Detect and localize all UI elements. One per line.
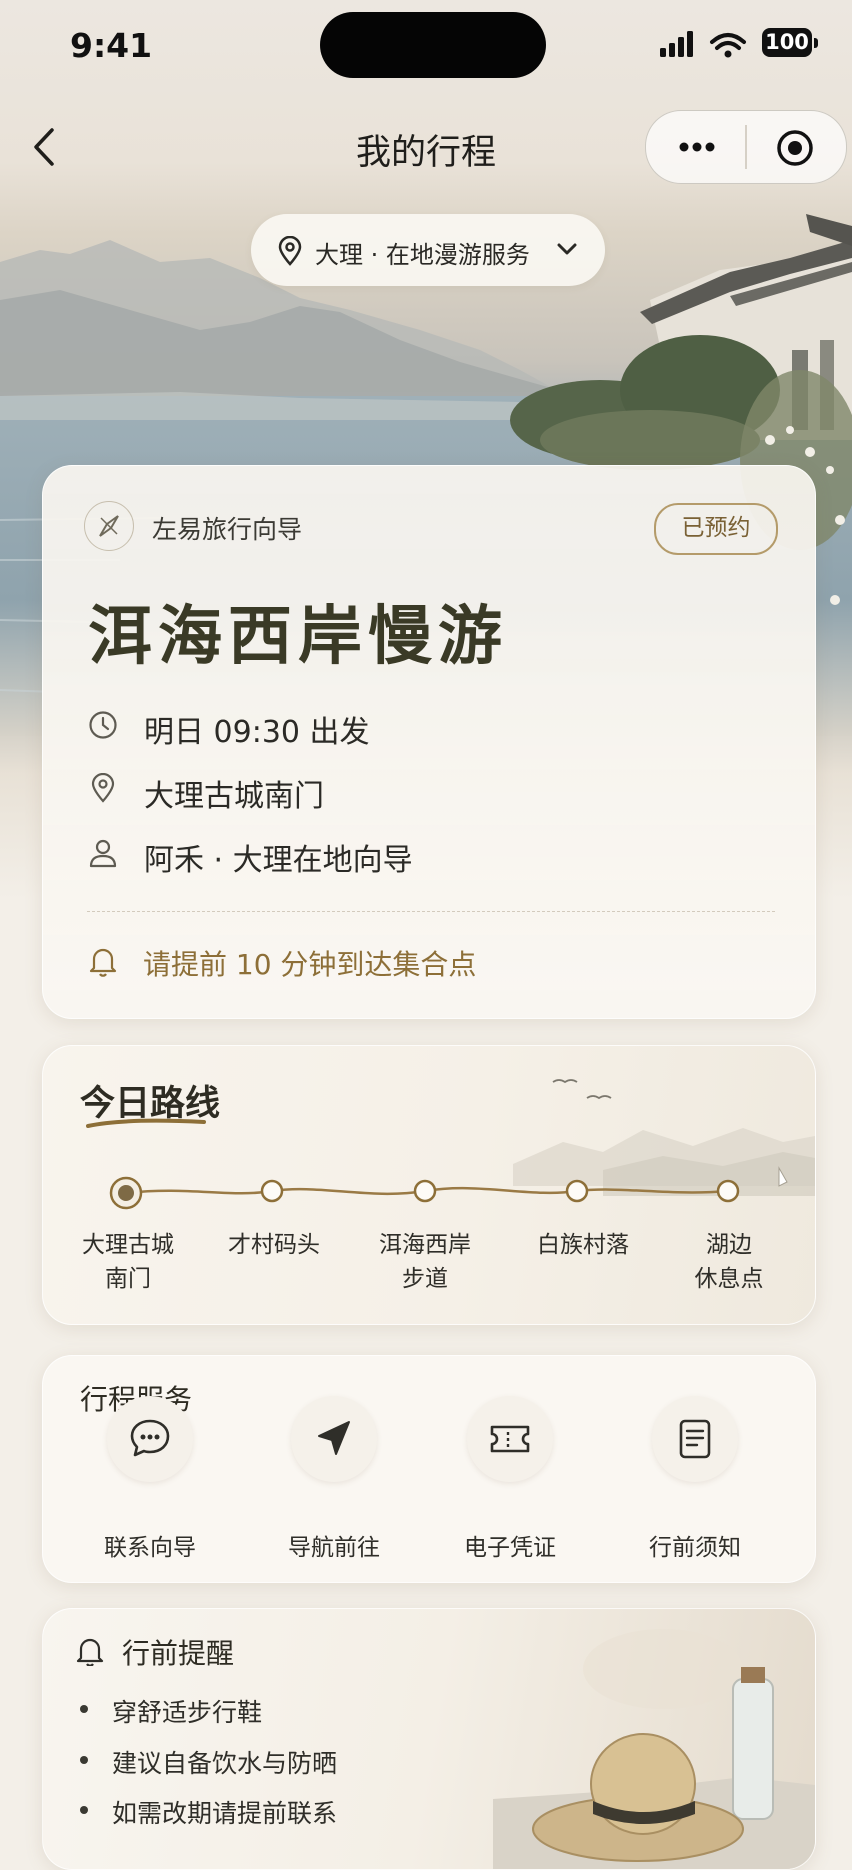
tip-item: 穿舒适步行鞋 bbox=[112, 1698, 263, 1727]
service-label: 行前须知 bbox=[649, 1535, 741, 1561]
location-label: 大理 · 在地漫游服务 bbox=[315, 241, 530, 269]
route-stop[interactable]: 湖边 休息点 bbox=[654, 1228, 804, 1296]
bullet bbox=[80, 1806, 88, 1814]
stop-name-5b: 休息点 bbox=[694, 1266, 764, 1292]
service-label: 电子凭证 bbox=[464, 1535, 556, 1561]
service-label: 联系向导 bbox=[104, 1535, 196, 1561]
route-stop[interactable]: 大理古城 南门 bbox=[53, 1228, 203, 1296]
person-icon bbox=[89, 839, 117, 868]
route-stop[interactable]: 才村码头 bbox=[199, 1228, 349, 1262]
notice-icon bbox=[679, 1419, 711, 1459]
signal-wifi-icon bbox=[660, 31, 746, 58]
route-stop[interactable]: 白族村落 bbox=[508, 1228, 658, 1262]
navigate-icon bbox=[318, 1421, 350, 1455]
location-selector[interactable]: 大理 · 在地漫游服务 bbox=[251, 214, 605, 286]
location-pin-icon bbox=[91, 773, 115, 803]
stop-name-3: 洱海西岸 bbox=[379, 1232, 471, 1258]
compass-logo-icon bbox=[84, 501, 134, 551]
battery-level: 100 bbox=[762, 28, 812, 57]
stop-name-3b: 步道 bbox=[402, 1266, 448, 1292]
battery-tip bbox=[814, 38, 818, 48]
guide-name: 阿禾 · 大理在地向导 bbox=[144, 843, 413, 878]
ticket-icon bbox=[490, 1425, 530, 1453]
departure-time: 明日 09:30 出发 bbox=[144, 715, 370, 750]
status-bar: 9:41 100 bbox=[0, 0, 852, 96]
stop-name-4: 白族村落 bbox=[537, 1232, 629, 1258]
pre-trip-notice-button[interactable] bbox=[652, 1396, 738, 1482]
bullet bbox=[80, 1756, 88, 1764]
location-pin-icon bbox=[278, 236, 302, 266]
capsule-divider bbox=[745, 125, 747, 169]
status-time: 9:41 bbox=[70, 26, 153, 65]
mini-program-capsule bbox=[645, 110, 847, 184]
card-divider bbox=[87, 911, 775, 912]
contact-guide-button[interactable] bbox=[107, 1396, 193, 1482]
brand-name: 左易旅行向导 bbox=[152, 515, 303, 544]
chevron-down-icon bbox=[557, 243, 577, 255]
stop-name-5: 湖边 bbox=[706, 1232, 752, 1258]
tips-title: 行前提醒 bbox=[122, 1637, 235, 1670]
tip-item: 如需改期请提前联系 bbox=[112, 1799, 338, 1828]
route-stop[interactable]: 洱海西岸 步道 bbox=[350, 1228, 500, 1296]
close-target-icon[interactable] bbox=[776, 129, 814, 167]
chat-icon bbox=[130, 1419, 170, 1457]
meeting-point: 大理古城南门 bbox=[144, 779, 324, 814]
tip-item: 建议自备饮水与防晒 bbox=[112, 1749, 338, 1778]
bell-icon bbox=[76, 1638, 104, 1666]
stop-name-1b: 南门 bbox=[105, 1266, 151, 1292]
bell-icon bbox=[89, 948, 117, 977]
navigate-button[interactable] bbox=[291, 1396, 377, 1482]
e-voucher-button[interactable] bbox=[467, 1396, 553, 1482]
clock-icon bbox=[89, 711, 117, 739]
more-icon[interactable] bbox=[676, 133, 718, 161]
stop-name-2: 才村码头 bbox=[228, 1232, 320, 1258]
trip-title: 洱海西岸慢游 bbox=[88, 599, 508, 674]
stop-name-1: 大理古城 bbox=[82, 1232, 174, 1258]
dynamic-island bbox=[320, 12, 546, 78]
arrival-reminder: 请提前 10 分钟到达集合点 bbox=[143, 948, 477, 981]
bullet bbox=[80, 1705, 88, 1713]
title-brush-stroke bbox=[86, 1118, 206, 1128]
status-badge: 已预约 bbox=[654, 503, 778, 555]
route-line bbox=[109, 1176, 740, 1210]
service-label: 导航前往 bbox=[288, 1535, 380, 1561]
